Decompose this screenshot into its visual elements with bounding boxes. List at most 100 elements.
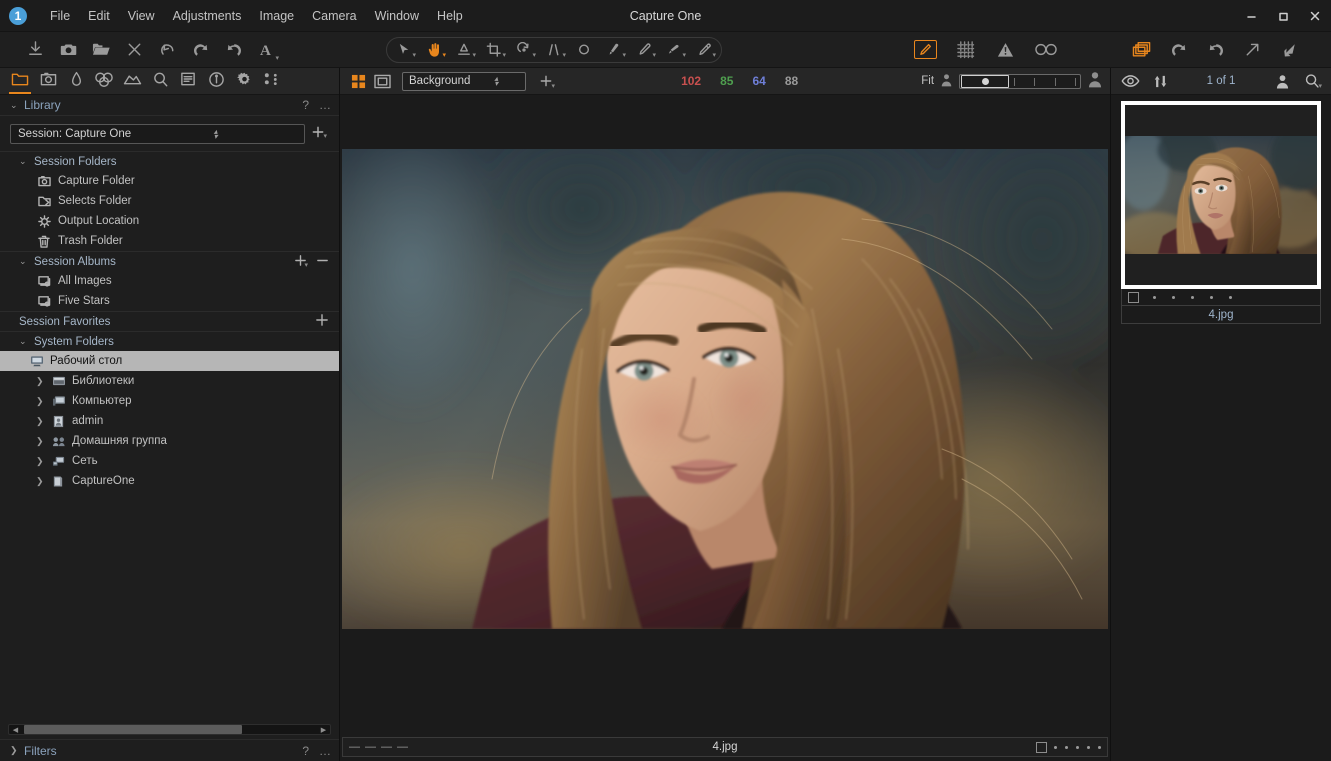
chevron-right-icon[interactable]: ❯ [36, 456, 52, 467]
export-arrow-icon[interactable] [1237, 36, 1268, 64]
import-arrow-icon[interactable] [1274, 36, 1305, 64]
session-select[interactable]: Session: Capture One ▴ ▾ [10, 124, 305, 144]
scroll-right-icon[interactable]: ▶ [317, 726, 330, 734]
add-favorite-button[interactable] [315, 313, 329, 330]
rotate-clockwise-icon[interactable] [1200, 36, 1231, 64]
thumbnail-grid[interactable]: 4.jpg [1111, 95, 1331, 324]
menu-edit[interactable]: Edit [79, 6, 119, 26]
tree-item-output-location[interactable]: Output Location [0, 211, 339, 231]
tree-item-all-images[interactable]: All Images [0, 271, 339, 291]
chevron-right-icon[interactable]: ❯ [36, 376, 52, 387]
grid-overlay-icon[interactable] [950, 36, 981, 64]
scroll-track[interactable] [22, 725, 317, 734]
tab-color[interactable] [90, 68, 118, 94]
crop-tool-icon[interactable]: ▾ [479, 39, 509, 61]
undo-arrow-icon[interactable] [152, 36, 183, 64]
tree-item-captureone[interactable]: ❯ CaptureOne [0, 471, 339, 491]
spinner-icon[interactable]: ▴ ▾ [494, 75, 522, 88]
exposure-warning-icon[interactable] [990, 36, 1021, 64]
tab-output[interactable] [230, 68, 258, 94]
group-session-folders[interactable]: ⌄ Session Folders [0, 151, 339, 171]
chevron-right-icon[interactable]: ❯ [36, 396, 52, 407]
scroll-left-icon[interactable]: ◀ [9, 726, 22, 734]
close-x-icon[interactable] [119, 36, 150, 64]
zoom-slider-knob[interactable] [961, 74, 1010, 88]
tab-details[interactable] [146, 68, 174, 94]
tree-item-network[interactable]: ❯ Сеть [0, 451, 339, 471]
edit-pen-icon[interactable] [910, 36, 941, 64]
zoom-slider[interactable] [959, 73, 1082, 89]
remove-album-button[interactable] [316, 254, 329, 270]
menu-window[interactable]: Window [366, 6, 428, 26]
menu-view[interactable]: View [119, 6, 164, 26]
chevron-right-icon[interactable]: ❯ [36, 476, 52, 487]
rotate-tool-icon[interactable]: ▾ [509, 39, 539, 61]
group-session-favorites[interactable]: Session Favorites [0, 311, 339, 331]
search-icon[interactable]: ▾ [1299, 70, 1325, 92]
tab-batch[interactable] [258, 68, 286, 94]
star-rating[interactable] [1054, 745, 1101, 749]
minimize-button[interactable] [1235, 0, 1267, 32]
group-system-folders[interactable]: ⌄ System Folders [0, 331, 339, 351]
focus-mask-icon[interactable] [1030, 36, 1061, 64]
thumbnail-selection-border[interactable] [1121, 101, 1321, 289]
pan-hand-tool-icon[interactable]: ▾ [419, 39, 449, 61]
linear-gradient-brush-icon[interactable]: ▾ [659, 39, 689, 61]
thumbnail-image-box[interactable] [1125, 105, 1317, 285]
text-tool-icon[interactable]: A ▾ [251, 36, 282, 64]
spinner-icon[interactable]: ▴ ▾ [214, 128, 300, 141]
tree-item-admin[interactable]: ❯ admin [0, 411, 339, 431]
menu-adjustments[interactable]: Adjustments [164, 6, 251, 26]
tree-item-capture-folder[interactable]: Capture Folder [0, 171, 339, 191]
tree-item-five-stars[interactable]: Five Stars [0, 291, 339, 311]
menu-help[interactable]: Help [428, 6, 472, 26]
menu-image[interactable]: Image [250, 6, 303, 26]
help-icon[interactable]: ? [302, 744, 309, 758]
scroll-thumb[interactable] [24, 725, 243, 734]
rotate-left-icon[interactable] [185, 36, 216, 64]
spot-removal-tool-icon[interactable] [569, 39, 599, 61]
tab-metadata[interactable] [202, 68, 230, 94]
tab-exposure[interactable] [118, 68, 146, 94]
rotate-counterclockwise-icon[interactable] [1163, 36, 1194, 64]
tree-item-libraries[interactable]: ❯ Библиотеки [0, 371, 339, 391]
tree-item-desktop[interactable]: Рабочий стол [0, 351, 339, 371]
copy-layers-icon[interactable] [1126, 36, 1157, 64]
rotate-right-icon[interactable] [218, 36, 249, 64]
tree-item-selects-folder[interactable]: Selects Folder [0, 191, 339, 211]
color-tag-box[interactable] [1036, 741, 1047, 753]
open-folder-icon[interactable] [86, 36, 117, 64]
close-button[interactable] [1299, 0, 1331, 32]
thumbnail-item[interactable]: 4.jpg [1121, 101, 1321, 324]
color-tag-box[interactable] [1128, 291, 1139, 303]
tab-capture[interactable] [34, 68, 62, 94]
eye-icon[interactable] [1117, 70, 1143, 92]
background-select[interactable]: Background ▴ ▾ [402, 71, 526, 91]
heal-brush-icon[interactable]: ▾ [689, 39, 719, 61]
filters-panel-header[interactable]: ❯ Filters ? … [0, 739, 339, 761]
zoom-fit-label[interactable]: Fit [921, 75, 934, 87]
tree-item-trash-folder[interactable]: Trash Folder [0, 231, 339, 251]
pointer-tool-icon[interactable]: ▾ [389, 39, 419, 61]
chevron-right-icon[interactable]: ❯ [36, 436, 52, 447]
tab-library[interactable] [6, 68, 34, 94]
panel-menu-icon[interactable]: … [319, 98, 331, 112]
erase-mask-brush-icon[interactable]: ▾ [629, 39, 659, 61]
image-viewer[interactable] [340, 95, 1110, 733]
chevron-right-icon[interactable]: ❯ [36, 416, 52, 427]
tree-item-computer[interactable]: ❯ Компьютер [0, 391, 339, 411]
grid-view-icon[interactable] [346, 70, 370, 92]
draw-mask-brush-icon[interactable]: ▾ [599, 39, 629, 61]
tree-item-homegroup[interactable]: ❯ Домашняя группа [0, 431, 339, 451]
star-rating[interactable] [1153, 295, 1232, 299]
help-icon[interactable]: ? [302, 98, 309, 112]
add-background-button[interactable]: ▾ [534, 70, 558, 92]
tab-adjustments[interactable] [174, 68, 202, 94]
add-session-button[interactable]: ▾ [305, 125, 331, 143]
group-session-albums[interactable]: ⌄ Session Albums ▾ [0, 251, 339, 271]
panel-menu-icon[interactable]: … [319, 744, 331, 758]
menu-camera[interactable]: Camera [303, 6, 365, 26]
sort-updown-icon[interactable] [1147, 70, 1173, 92]
keystone-tool-icon[interactable]: ▾ [539, 39, 569, 61]
tab-lens[interactable] [62, 68, 90, 94]
